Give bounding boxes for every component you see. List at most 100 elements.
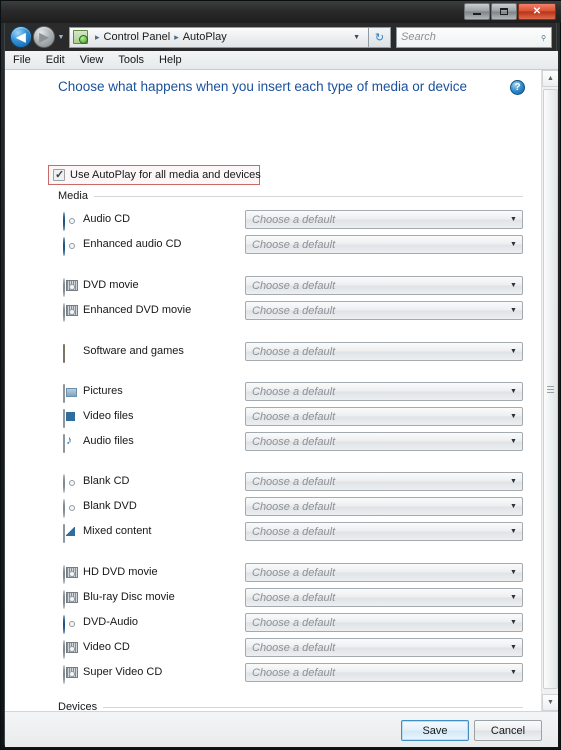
dvd-audio-icon bbox=[63, 615, 78, 634]
breadcrumb-separator-1: ▸ bbox=[174, 31, 179, 42]
media-row: HD DVD movie Choose a default ▼ bbox=[5, 563, 541, 585]
forward-button[interactable]: ▶ bbox=[33, 26, 55, 48]
media-row-label: Audio files bbox=[83, 435, 134, 447]
chevron-down-icon: ▼ bbox=[510, 348, 517, 355]
chevron-up-icon: ▲ bbox=[547, 75, 554, 82]
pictures-icon bbox=[63, 384, 78, 403]
scroll-up-button[interactable]: ▲ bbox=[542, 70, 558, 87]
media-row-dropdown-value: Choose a default bbox=[252, 435, 336, 448]
media-row-label: Enhanced audio CD bbox=[83, 238, 182, 250]
media-row: DVD-Audio Choose a default ▼ bbox=[5, 613, 541, 635]
media-row-dropdown-value: Choose a default bbox=[252, 591, 336, 604]
scrollbar-grip-icon bbox=[547, 385, 554, 393]
breadcrumb[interactable]: ▸ Control Panel ▸ AutoPlay ▼ bbox=[69, 26, 369, 48]
media-row-dropdown[interactable]: Choose a default ▼ bbox=[245, 382, 523, 401]
media-row-label: Pictures bbox=[83, 385, 123, 397]
chevron-down-icon: ▼ bbox=[510, 478, 517, 485]
audio-files-icon bbox=[63, 434, 78, 453]
media-row-label: Mixed content bbox=[83, 525, 152, 537]
video-cd-icon bbox=[63, 640, 78, 659]
mixed-content-icon bbox=[63, 524, 78, 543]
media-row-label: DVD-Audio bbox=[83, 616, 139, 628]
title-bar: ✕ bbox=[1, 1, 561, 23]
media-row-dropdown-value: Choose a default bbox=[252, 616, 336, 629]
media-row-dropdown[interactable]: Choose a default ▼ bbox=[245, 497, 523, 516]
scroll-down-button[interactable]: ▼ bbox=[542, 694, 558, 711]
media-row-dropdown[interactable]: Choose a default ▼ bbox=[245, 522, 523, 541]
address-bar: ◀ ▶ ▼ ▸ Control Panel ▸ AutoPlay ▼ ↻ Sea… bbox=[5, 23, 558, 51]
media-row-label: Super Video CD bbox=[83, 666, 163, 678]
refresh-icon: ↻ bbox=[374, 31, 385, 44]
media-row: Software and games Choose a default ▼ bbox=[5, 342, 541, 364]
media-row-dropdown-value: Choose a default bbox=[252, 385, 336, 398]
enhanced-dvd-movie-icon bbox=[63, 303, 78, 322]
search-input[interactable]: Search ⌕ bbox=[396, 26, 552, 48]
autoplay-checkbox[interactable] bbox=[53, 168, 65, 181]
minimize-icon bbox=[473, 13, 481, 15]
chevron-down-icon: ▼ bbox=[510, 241, 517, 248]
menu-item-tools[interactable]: Tools bbox=[118, 54, 144, 66]
media-row-dropdown[interactable]: Choose a default ▼ bbox=[245, 301, 523, 320]
media-row-dropdown[interactable]: Choose a default ▼ bbox=[245, 342, 523, 361]
close-icon: ✕ bbox=[532, 5, 542, 17]
media-row-dropdown[interactable]: Choose a default ▼ bbox=[245, 235, 523, 254]
bluray-disc-movie-icon bbox=[63, 590, 78, 609]
cancel-button[interactable]: Cancel bbox=[474, 720, 542, 741]
vertical-scrollbar[interactable]: ▲ ▼ bbox=[541, 70, 558, 711]
software-games-icon bbox=[63, 344, 78, 363]
chevron-down-icon: ▼ bbox=[510, 503, 517, 510]
refresh-button[interactable]: ↻ bbox=[369, 26, 391, 48]
menu-item-file[interactable]: File bbox=[13, 54, 31, 66]
breadcrumb-item-autoplay[interactable]: AutoPlay bbox=[183, 31, 227, 43]
help-icon[interactable]: ? bbox=[510, 80, 525, 95]
group-rule-media bbox=[58, 196, 523, 197]
menu-item-help[interactable]: Help bbox=[159, 54, 182, 66]
media-row-dropdown[interactable]: Choose a default ▼ bbox=[245, 613, 523, 632]
content-pane: Choose what happens when you insert each… bbox=[5, 70, 558, 711]
back-button[interactable]: ◀ bbox=[10, 26, 32, 48]
media-row-dropdown[interactable]: Choose a default ▼ bbox=[245, 563, 523, 582]
chevron-down-icon: ▼ bbox=[510, 413, 517, 420]
media-row-label: Audio CD bbox=[83, 213, 131, 225]
media-row: Blu-ray Disc movie Choose a default ▼ bbox=[5, 588, 541, 610]
media-row-dropdown[interactable]: Choose a default ▼ bbox=[245, 276, 523, 295]
media-row-dropdown[interactable]: Choose a default ▼ bbox=[245, 472, 523, 491]
group-header-media: Media bbox=[58, 190, 94, 202]
media-row-dropdown[interactable]: Choose a default ▼ bbox=[245, 588, 523, 607]
search-placeholder: Search bbox=[401, 31, 436, 43]
menu-item-edit[interactable]: Edit bbox=[46, 54, 65, 66]
media-row: Blank CD Choose a default ▼ bbox=[5, 472, 541, 494]
autoplay-checkbox-row[interactable]: Use AutoPlay for all media and devices bbox=[53, 168, 261, 181]
breadcrumb-chevron-down-icon[interactable]: ▼ bbox=[349, 34, 366, 41]
save-button[interactable]: Save bbox=[401, 720, 469, 741]
media-row-dropdown[interactable]: Choose a default ▼ bbox=[245, 663, 523, 682]
maximize-button[interactable] bbox=[491, 3, 517, 20]
super-video-cd-icon bbox=[63, 665, 78, 684]
media-row-dropdown-value: Choose a default bbox=[252, 279, 336, 292]
chevron-down-icon: ▼ bbox=[547, 699, 554, 706]
dialog-footer: Save Cancel bbox=[5, 711, 558, 747]
chevron-down-icon: ▼ bbox=[510, 216, 517, 223]
media-row: Video files Choose a default ▼ bbox=[5, 407, 541, 429]
media-row-dropdown[interactable]: Choose a default ▼ bbox=[245, 638, 523, 657]
scrollbar-thumb[interactable] bbox=[543, 89, 558, 689]
group-header-devices: Devices bbox=[58, 701, 104, 711]
window-controls: ✕ bbox=[464, 3, 556, 20]
media-row-label: Blu-ray Disc movie bbox=[83, 591, 175, 603]
video-files-icon bbox=[63, 409, 78, 428]
close-button[interactable]: ✕ bbox=[518, 3, 556, 20]
menu-bar: File Edit View Tools Help bbox=[5, 51, 558, 70]
menu-item-view[interactable]: View bbox=[80, 54, 104, 66]
media-row-label: Video files bbox=[83, 410, 134, 422]
media-row-dropdown[interactable]: Choose a default ▼ bbox=[245, 210, 523, 229]
chevron-down-icon: ▼ bbox=[510, 669, 517, 676]
dvd-movie-icon bbox=[63, 278, 78, 297]
media-row-dropdown[interactable]: Choose a default ▼ bbox=[245, 407, 523, 426]
recent-pages-dropdown[interactable]: ▼ bbox=[55, 26, 67, 48]
hd-dvd-movie-icon bbox=[63, 565, 78, 584]
breadcrumb-item-control-panel[interactable]: Control Panel bbox=[104, 31, 171, 43]
media-row: Pictures Choose a default ▼ bbox=[5, 382, 541, 404]
media-row-label: Video CD bbox=[83, 641, 130, 653]
media-row-dropdown[interactable]: Choose a default ▼ bbox=[245, 432, 523, 451]
minimize-button[interactable] bbox=[464, 3, 490, 20]
